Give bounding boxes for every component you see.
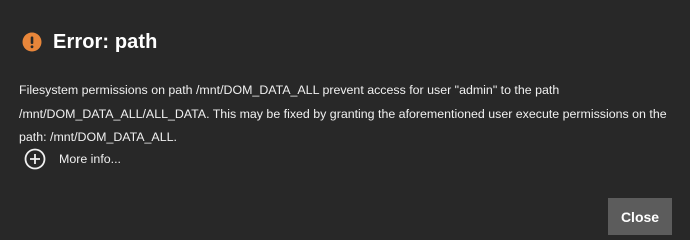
error-icon [22, 32, 42, 52]
error-message: Filesystem permissions on path /mnt/DOM_… [19, 83, 667, 144]
more-info-toggle[interactable]: More info... [24, 148, 121, 170]
dialog-title: Error: path [53, 31, 158, 53]
dialog-header: Error: path [22, 29, 157, 55]
error-dialog: Error: path Filesystem permissions on pa… [0, 0, 690, 240]
close-button[interactable]: Close [608, 198, 672, 235]
more-info-label[interactable]: More info... [59, 152, 121, 166]
plus-circle-icon[interactable] [24, 148, 46, 170]
